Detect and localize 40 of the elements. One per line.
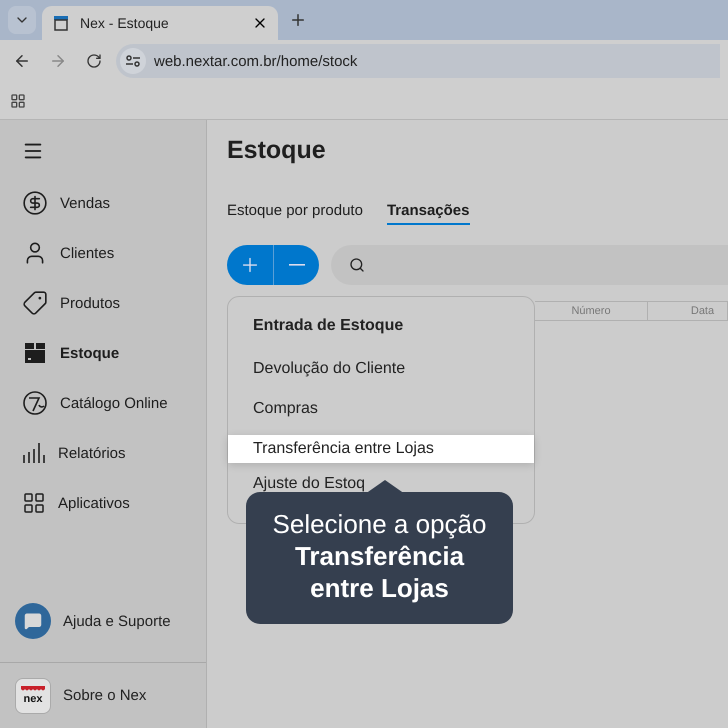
sidebar-item[interactable]: Produtos (0, 278, 206, 328)
add-button[interactable] (227, 245, 273, 285)
dollar-icon (22, 190, 48, 216)
box-icon (22, 340, 48, 366)
sidebar-item[interactable]: Estoque (0, 328, 206, 378)
search-field[interactable] (331, 245, 728, 285)
store-icon (52, 14, 70, 32)
column-header: Data (648, 302, 728, 320)
tooltip: Selecione a opção Transferência entre Lojas (246, 492, 513, 624)
menu-item[interactable]: Devolução do Cliente (228, 349, 534, 389)
menu-heading: Entrada de Estoque (252, 317, 404, 336)
arrow-right-icon (49, 52, 67, 70)
sidebar-item[interactable]: Clientes (0, 228, 206, 278)
menu-item[interactable]: Transferência entre Lojas (228, 435, 534, 463)
bar-chart-icon (22, 441, 46, 465)
tab-title: Nex - Estoque (80, 15, 170, 31)
page-title: Estoque (227, 136, 327, 166)
browser-tab[interactable]: Nex - Estoque (42, 6, 278, 40)
remove-button[interactable] (273, 245, 319, 285)
help-link[interactable]: Ajuda e Suporte (0, 580, 206, 662)
page-tab[interactable]: Estoque por produto (227, 202, 363, 225)
apps-icon[interactable] (10, 92, 26, 108)
tag-icon (22, 290, 48, 316)
minus-icon (288, 264, 304, 266)
sidebar-item[interactable]: Catálogo Online (0, 378, 206, 428)
catalog-icon (22, 390, 48, 416)
sidebar-item[interactable]: Vendas (0, 178, 206, 228)
grid-icon (22, 491, 46, 515)
sidebar-item[interactable]: Relatórios (0, 428, 206, 478)
sidebar-item[interactable]: Aplicativos (0, 478, 206, 528)
nex-logo: nex (15, 678, 51, 714)
plus-icon (289, 11, 307, 29)
sliders-icon (125, 54, 141, 68)
search-icon (349, 257, 365, 273)
chat-icon (15, 603, 51, 639)
about-link[interactable]: nex Sobre o Nex (0, 662, 206, 728)
page-tab[interactable]: Transações (386, 202, 470, 225)
menu-item[interactable]: Compras (228, 389, 534, 429)
reload-icon (86, 53, 102, 69)
address-field[interactable]: web.nextar.com.br/home/stock (116, 44, 720, 78)
